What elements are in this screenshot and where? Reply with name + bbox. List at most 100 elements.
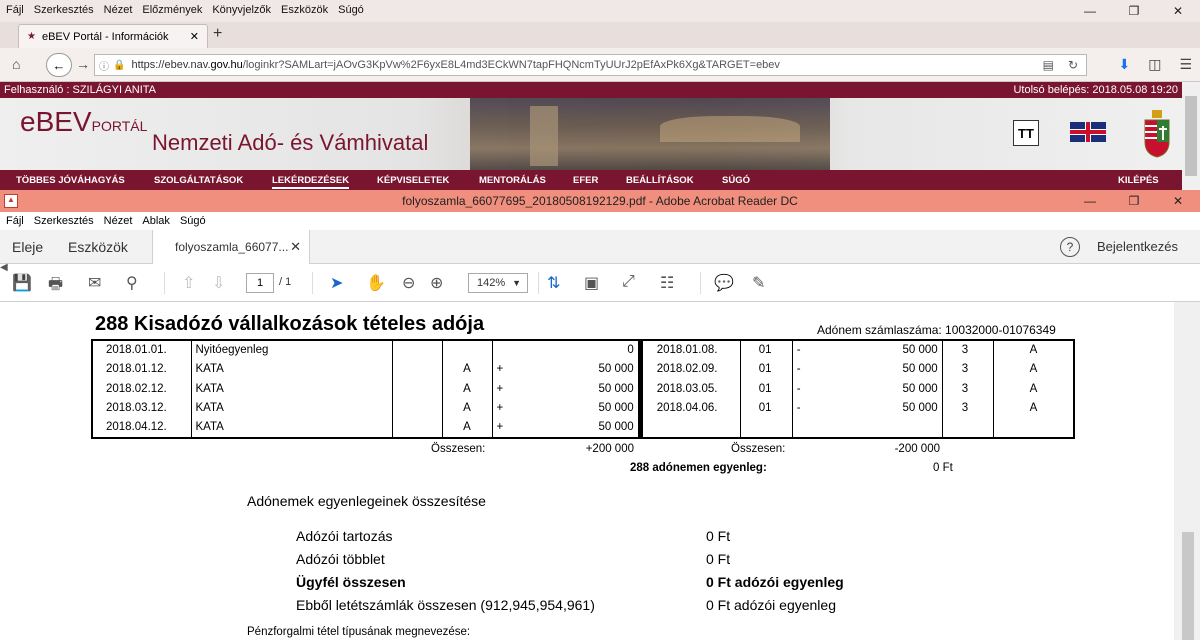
page-number-input[interactable]: 1 <box>246 273 274 293</box>
home-icon[interactable]: ⌂ <box>12 56 20 72</box>
close-icon[interactable]: ✕ <box>1156 0 1200 22</box>
row-amount: 50 000 <box>507 359 643 379</box>
logout-link[interactable]: KILÉPÉS <box>1118 175 1159 186</box>
ff-menu-bookmarks[interactable]: Könyvjelzők <box>212 4 271 16</box>
browser-tab[interactable]: ★ eBEV Portál - Információk ✕ <box>18 24 208 48</box>
row-flag-right: A <box>992 359 1075 379</box>
ac-menu-window[interactable]: Ablak <box>142 215 170 227</box>
row-sign: + <box>491 418 508 438</box>
menu-lekerdezesek[interactable]: LEKÉRDEZÉSEK <box>272 175 350 189</box>
ac-menu-help[interactable]: Súgó <box>180 215 206 227</box>
row-date-right <box>639 418 741 438</box>
minimize-icon[interactable]: — <box>1068 0 1112 22</box>
ff-menu-view[interactable]: Nézet <box>104 4 133 16</box>
menu-kepviseletek[interactable]: KÉPVISELETEK <box>377 175 449 186</box>
row-number: 3 <box>941 359 994 379</box>
reload-icon[interactable]: ↻ <box>1068 58 1078 72</box>
print-icon[interactable]: 🖶 <box>48 273 63 300</box>
url-prefix: https://ebev.nav. <box>131 59 211 71</box>
sign-pen-icon[interactable]: ✎ <box>752 273 765 293</box>
transaction-type-label: Pénzforgalmi tétel típusának megnevezése… <box>247 626 471 638</box>
restore-icon[interactable]: ❐ <box>1112 0 1156 22</box>
chevron-down-icon: ▼ <box>512 278 521 288</box>
restore-icon[interactable]: ❐ <box>1112 190 1156 212</box>
acrobat-titlebar: ▲ folyoszamla_66077695_20180508192129.pd… <box>0 190 1200 212</box>
page-info-icon[interactable]: ⓘ <box>99 58 109 73</box>
row-sign-right: - <box>791 398 807 418</box>
row-flag: A <box>441 359 493 379</box>
browser-scroll-thumb[interactable] <box>1185 96 1197 176</box>
hamburger-menu-icon[interactable]: ☰ <box>1179 56 1192 73</box>
left-panel-toggle-icon[interactable]: ◀ <box>0 262 8 273</box>
new-tab-icon[interactable]: + <box>213 25 222 43</box>
sign-in-button[interactable]: Bejelentkezés <box>1097 239 1178 254</box>
tab-close-icon[interactable]: ✕ <box>190 30 199 43</box>
ebev-logo[interactable]: eBEVPORTÁL <box>20 106 147 138</box>
previous-page-icon[interactable]: ⇧ <box>182 273 195 293</box>
minimize-icon[interactable]: — <box>1068 190 1112 212</box>
url-bar[interactable]: ⓘ 🔒 https://ebev.nav. gov.hu/loginkr?SAML… <box>94 54 1087 76</box>
menu-beallitasok[interactable]: BEÁLLÍTÁSOK <box>626 175 694 186</box>
menu-sugo[interactable]: SÚGÓ <box>722 175 750 186</box>
acrobat-tabbar: Eleje Eszközök folyoszamla_66077... ✕ ? … <box>0 230 1200 264</box>
save-icon[interactable]: 💾 <box>12 273 32 293</box>
acrobat-toolbar: 💾 🖶 ✉ ⚲ ⇧ ⇩ 1 / 1 ➤ ✋ ⊖ ⊕ 142% ▼ ⇅ ▣ ⤢ ☷… <box>0 264 1200 302</box>
zoom-select[interactable]: 142% ▼ <box>468 273 528 293</box>
ff-menu-history[interactable]: Előzmények <box>142 4 202 16</box>
row-amount: 50 000 <box>507 398 643 418</box>
document-tab-close-icon[interactable]: ✕ <box>290 239 301 255</box>
sidebar-icon[interactable]: ◫ <box>1148 56 1161 73</box>
home-tab[interactable]: Eleje <box>12 239 43 255</box>
next-page-icon[interactable]: ⇩ <box>212 273 225 293</box>
row-date: 2018.02.12. <box>91 379 192 399</box>
forward-icon[interactable]: → <box>76 56 90 72</box>
row-amount-right: 50 000 <box>806 379 943 399</box>
select-cursor-icon[interactable]: ➤ <box>330 273 343 293</box>
ff-menu-file[interactable]: Fájl <box>6 4 24 16</box>
total-debit-label: Összesen: <box>731 443 786 455</box>
row-flag: A <box>441 379 493 399</box>
menu-efer[interactable]: EFER <box>573 175 598 186</box>
hand-tool-icon[interactable]: ✋ <box>366 273 386 293</box>
menu-tobbes-jovahagyas[interactable]: TÖBBES JÓVÁHAGYÁS <box>16 175 125 186</box>
scroll-mode-icon[interactable]: ☷ <box>660 273 674 293</box>
email-icon[interactable]: ✉ <box>88 273 101 293</box>
reader-view-icon[interactable]: ▤ <box>1043 58 1054 72</box>
download-icon[interactable]: ⬇ <box>1118 56 1130 73</box>
table-row: 2018.02.12. KATA A + 50 000 2018.03.05. … <box>91 379 1075 399</box>
ff-menu-tools[interactable]: Eszközök <box>281 4 328 16</box>
row-code: 01 <box>739 379 793 399</box>
acrobat-window-controls: — ❐ ✕ <box>1068 190 1200 212</box>
tools-tab[interactable]: Eszközök <box>68 239 128 255</box>
row-date-right: 2018.03.05. <box>639 379 741 399</box>
document-tab[interactable]: folyoszamla_66077... ✕ <box>152 230 310 264</box>
zoom-out-icon[interactable]: ⊖ <box>402 273 415 293</box>
close-icon[interactable]: ✕ <box>1156 190 1200 212</box>
portal-user-bar: Felhasználó : SZILÁGYI ANITA Utolsó belé… <box>0 82 1182 98</box>
browser-scrollbar[interactable] <box>1182 82 1200 190</box>
row-amount-right: 50 000 <box>806 359 943 379</box>
zoom-in-icon[interactable]: ⊕ <box>430 273 443 293</box>
ff-menu-help[interactable]: Súgó <box>338 4 364 16</box>
ff-menu-edit[interactable]: Szerkesztés <box>34 4 94 16</box>
fit-width-icon[interactable]: ⇅ <box>547 273 560 293</box>
row-description: KATA <box>190 398 393 418</box>
ac-menu-view[interactable]: Nézet <box>104 215 133 227</box>
menu-mentoralas[interactable]: MENTORÁLÁS <box>479 175 546 186</box>
row-code: 01 <box>739 359 793 379</box>
pdf-scroll-thumb[interactable] <box>1182 532 1194 640</box>
help-icon[interactable]: ? <box>1060 237 1080 257</box>
fullscreen-icon[interactable]: ⤢ <box>622 273 635 291</box>
comment-icon[interactable]: 💬 <box>714 273 734 293</box>
menu-szolgaltatasok[interactable]: SZOLGÁLTATÁSOK <box>154 175 243 186</box>
font-size-button[interactable]: TT <box>1013 120 1039 146</box>
back-button[interactable]: ← <box>46 53 72 77</box>
pdf-scrollbar[interactable] <box>1174 302 1200 640</box>
ac-menu-edit[interactable]: Szerkesztés <box>34 215 94 227</box>
summary-value: 0 Ft <box>706 551 731 567</box>
fit-page-icon[interactable]: ▣ <box>584 273 599 293</box>
english-flag-icon[interactable] <box>1070 122 1106 142</box>
search-icon[interactable]: ⚲ <box>126 273 138 293</box>
page-total: / 1 <box>279 276 292 288</box>
ac-menu-file[interactable]: Fájl <box>6 215 24 227</box>
